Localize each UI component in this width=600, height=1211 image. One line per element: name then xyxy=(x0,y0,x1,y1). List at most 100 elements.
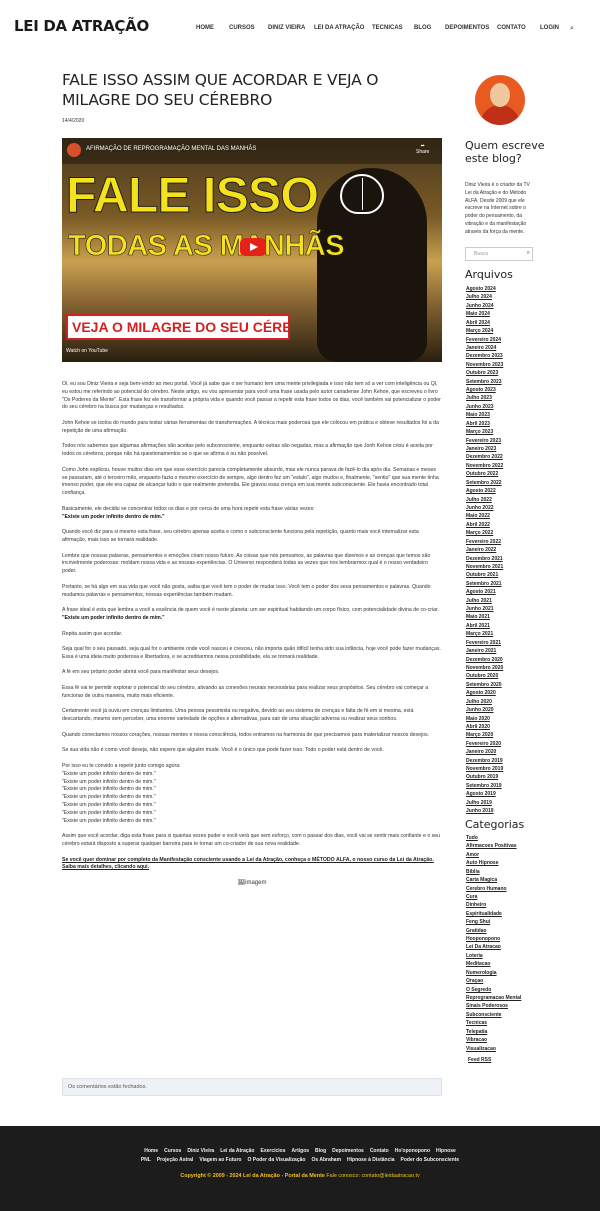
archive-link[interactable]: Dezembro 2022 xyxy=(466,453,546,461)
archive-link[interactable]: Novembro 2021 xyxy=(466,563,546,571)
archive-link[interactable]: Julho 2023 xyxy=(466,394,546,402)
archive-link[interactable]: Fevereiro 2020 xyxy=(466,740,546,748)
archive-link[interactable]: Setembro 2019 xyxy=(466,782,546,790)
channel-avatar[interactable] xyxy=(67,143,81,157)
category-link[interactable]: Amor xyxy=(466,851,546,859)
archive-link[interactable]: Janeiro 2021 xyxy=(466,647,546,655)
archive-link[interactable]: Maio 2022 xyxy=(466,512,546,520)
category-link[interactable]: Reprogramacao Mental xyxy=(466,994,546,1002)
archive-link[interactable]: Abril 2024 xyxy=(466,319,546,327)
footer-nav-link[interactable]: Blog xyxy=(315,1148,326,1154)
archive-link[interactable]: Junho 2020 xyxy=(466,706,546,714)
youtube-video-embed[interactable]: AFIRMAÇÃO DE REPROGRAMAÇÃO MENTAL DAS MA… xyxy=(62,138,442,362)
nav-lei-da-atracao[interactable]: LEI DA ATRAÇÃO xyxy=(314,25,364,31)
category-link[interactable]: Hooponopono xyxy=(466,935,546,943)
archive-link[interactable]: Agosto 2019 xyxy=(466,790,546,798)
archive-link[interactable]: Janeiro 2020 xyxy=(466,748,546,756)
archive-link[interactable]: Junho 2019 xyxy=(466,807,546,815)
site-logo[interactable]: LEI DA ATRAÇÃO xyxy=(14,17,149,35)
archive-link[interactable]: Junho 2024 xyxy=(466,302,546,310)
archive-link[interactable]: Agosto 2021 xyxy=(466,588,546,596)
archive-link[interactable]: Outubro 2020 xyxy=(466,672,546,680)
archive-link[interactable]: Julho 2020 xyxy=(466,698,546,706)
archive-link[interactable]: Fevereiro 2023 xyxy=(466,437,546,445)
archive-link[interactable]: Abril 2021 xyxy=(466,622,546,630)
category-link[interactable]: Tudo xyxy=(466,834,546,842)
archive-link[interactable]: Novembro 2023 xyxy=(466,361,546,369)
archive-link[interactable]: Junho 2023 xyxy=(466,403,546,411)
nav-diniz-vieira[interactable]: DINIZ VIEIRA xyxy=(268,25,305,31)
category-link[interactable]: Auto Hipnose xyxy=(466,859,546,867)
search-icon[interactable]: ⌕ xyxy=(570,25,574,33)
category-link[interactable]: Feng Shui xyxy=(466,918,546,926)
category-link[interactable]: Subconsciente xyxy=(466,1011,546,1019)
archive-link[interactable]: Maio 2020 xyxy=(466,715,546,723)
footer-nav-link[interactable]: Depoimentos xyxy=(332,1148,364,1154)
category-link[interactable]: Tecnicas xyxy=(466,1019,546,1027)
archive-link[interactable]: Julho 2024 xyxy=(466,293,546,301)
footer-nav-link[interactable]: Home xyxy=(144,1148,158,1154)
search-icon[interactable]: ⌕ xyxy=(527,250,530,257)
footer-nav-link[interactable]: Diniz Vieira xyxy=(187,1148,214,1154)
archive-link[interactable]: Março 2024 xyxy=(466,327,546,335)
category-link[interactable]: Telepatia xyxy=(466,1028,546,1036)
play-button-icon[interactable] xyxy=(240,238,266,256)
nav-depoimentos[interactable]: DEPOIMENTOS xyxy=(445,25,489,31)
category-link[interactable]: Afirmacoes Positivas xyxy=(466,842,546,850)
archive-link[interactable]: Julho 2021 xyxy=(466,597,546,605)
footer-nav-link[interactable]: PNL xyxy=(141,1157,151,1163)
feed-rss-link[interactable]: Feed RSS xyxy=(468,1056,548,1064)
archive-link[interactable]: Dezembro 2019 xyxy=(466,757,546,765)
archive-link[interactable]: Outubro 2021 xyxy=(466,571,546,579)
archive-link[interactable]: Março 2023 xyxy=(466,428,546,436)
category-link[interactable]: Numerologia xyxy=(466,969,546,977)
archive-link[interactable]: Maio 2024 xyxy=(466,310,546,318)
category-link[interactable]: Loteria xyxy=(466,952,546,960)
archive-link[interactable]: Abril 2022 xyxy=(466,521,546,529)
category-link[interactable]: Meditacao xyxy=(466,960,546,968)
sidebar-search-input[interactable]: Busca ⌕ xyxy=(465,247,533,261)
archive-link[interactable]: Setembro 2022 xyxy=(466,479,546,487)
archive-link[interactable]: Setembro 2020 xyxy=(466,681,546,689)
archive-link[interactable]: Outubro 2023 xyxy=(466,369,546,377)
category-link[interactable]: Cerebro Humano xyxy=(466,885,546,893)
category-link[interactable]: Carta Magica xyxy=(466,876,546,884)
archive-link[interactable]: Janeiro 2022 xyxy=(466,546,546,554)
nav-home[interactable]: Home xyxy=(196,25,214,31)
footer-nav-link[interactable]: Projeção Astral xyxy=(157,1157,194,1163)
footer-nav-link[interactable]: Ho'oponopono xyxy=(395,1148,430,1154)
category-link[interactable]: Espiritualidade xyxy=(466,910,546,918)
footer-nav-link[interactable]: O Poder da Visualização xyxy=(247,1157,305,1163)
category-link[interactable]: Dinheiro xyxy=(466,901,546,909)
archive-link[interactable]: Maio 2021 xyxy=(466,613,546,621)
archive-link[interactable]: Janeiro 2023 xyxy=(466,445,546,453)
archive-link[interactable]: Outubro 2019 xyxy=(466,773,546,781)
archive-link[interactable]: Maio 2023 xyxy=(466,411,546,419)
nav-contato[interactable]: CONTATO xyxy=(497,25,526,31)
archive-link[interactable]: Junho 2021 xyxy=(466,605,546,613)
archive-link[interactable]: Julho 2022 xyxy=(466,496,546,504)
archive-link[interactable]: Novembro 2020 xyxy=(466,664,546,672)
archive-link[interactable]: Janeiro 2024 xyxy=(466,344,546,352)
archive-link[interactable]: Agosto 2024 xyxy=(466,285,546,293)
category-link[interactable]: Bíblia xyxy=(466,868,546,876)
category-link[interactable]: Sinais Poderosos xyxy=(466,1002,546,1010)
nav-cursos[interactable]: CURSOS xyxy=(229,25,255,31)
footer-nav-link[interactable]: Poder do Subconsciente xyxy=(401,1157,460,1163)
footer-nav-link[interactable]: Cursos xyxy=(164,1148,181,1154)
category-link[interactable]: O Segredo xyxy=(466,986,546,994)
nav-login[interactable]: LOGIN xyxy=(540,25,559,31)
archive-link[interactable]: Fevereiro 2021 xyxy=(466,639,546,647)
archive-link[interactable]: Março 2021 xyxy=(466,630,546,638)
category-link[interactable]: Vibracao xyxy=(466,1036,546,1044)
archive-link[interactable]: Setembro 2021 xyxy=(466,580,546,588)
footer-nav-link[interactable]: Hipnose à Distância xyxy=(347,1157,395,1163)
share-button[interactable]: ➦ Share xyxy=(416,143,429,155)
footer-nav-link[interactable]: Os Abraham xyxy=(311,1157,341,1163)
archive-link[interactable]: Março 2022 xyxy=(466,529,546,537)
category-link[interactable]: Lei Da Atracao xyxy=(466,943,546,951)
archive-link[interactable]: Agosto 2023 xyxy=(466,386,546,394)
cta-link-metodo-alfa[interactable]: Se você quer dominar por completo da Man… xyxy=(62,857,442,873)
watch-on-youtube-link[interactable]: Watch on YouTube xyxy=(66,348,108,354)
archive-link[interactable]: Dezembro 2023 xyxy=(466,352,546,360)
